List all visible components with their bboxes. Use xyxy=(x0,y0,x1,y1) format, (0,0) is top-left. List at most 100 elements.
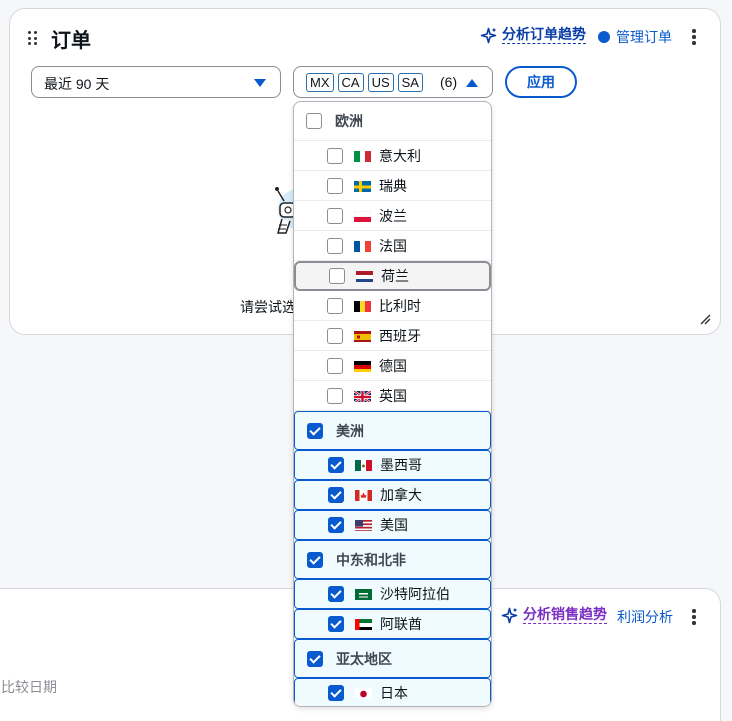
checkbox[interactable] xyxy=(328,616,344,632)
region-token: MX xyxy=(306,73,334,92)
checkbox[interactable] xyxy=(327,237,343,254)
more-options-icon[interactable] xyxy=(692,609,696,625)
uk-flag-icon xyxy=(354,389,371,402)
region-group-option[interactable]: 中东和北非 xyxy=(294,540,491,579)
checkbox[interactable] xyxy=(328,517,344,533)
country-option[interactable]: 日本 xyxy=(294,678,491,706)
italy-flag-icon xyxy=(354,150,371,162)
country-option[interactable]: 荷兰 xyxy=(294,261,491,291)
country-option[interactable]: 阿联酋 xyxy=(294,609,491,639)
country-option[interactable]: 瑞典 xyxy=(294,171,491,201)
checkbox[interactable] xyxy=(328,487,344,503)
sparkle-icon xyxy=(501,607,518,623)
checkbox[interactable] xyxy=(329,268,345,284)
checkbox[interactable] xyxy=(327,177,343,194)
usa-flag-icon xyxy=(355,519,372,531)
checkbox[interactable] xyxy=(327,297,343,314)
germany-flag-icon xyxy=(354,360,371,372)
region-count: (6) xyxy=(440,74,458,90)
region-tokens: MX CA US SA xyxy=(306,73,423,92)
checkbox[interactable] xyxy=(307,551,323,568)
country-option[interactable]: 比利时 xyxy=(294,291,491,321)
netherlands-flag-icon xyxy=(356,270,373,282)
checkbox[interactable] xyxy=(327,357,343,374)
option-label: 法国 xyxy=(379,237,407,254)
poland-flag-icon xyxy=(354,210,371,222)
option-label: 比利时 xyxy=(379,297,421,314)
option-label: 瑞典 xyxy=(379,177,407,194)
saudi-flag-icon xyxy=(355,588,372,600)
country-option[interactable]: 英国 xyxy=(294,381,491,411)
option-label: 加拿大 xyxy=(380,487,422,503)
option-label: 意大利 xyxy=(379,147,421,164)
country-option[interactable]: 德国 xyxy=(294,351,491,381)
country-option[interactable]: 沙特阿拉伯 xyxy=(294,579,491,609)
sweden-flag-icon xyxy=(354,180,371,192)
sparkle-icon xyxy=(480,27,497,43)
more-options-icon[interactable] xyxy=(692,29,696,45)
region-token: SA xyxy=(397,73,423,92)
resize-handle-icon[interactable] xyxy=(699,313,711,325)
manage-orders-link[interactable]: 管理订单 xyxy=(598,27,672,47)
region-dropdown-list: 欧洲意大利瑞典波兰法国荷兰比利时西班牙德国英国美洲墨西哥加拿大美国中东和北非沙特… xyxy=(293,101,492,707)
region-token: US xyxy=(367,73,394,92)
checkbox[interactable] xyxy=(327,327,343,344)
option-label: 德国 xyxy=(379,357,407,374)
caret-up-icon xyxy=(466,79,478,87)
analyze-sales-label: 分析销售趋势 xyxy=(523,606,607,624)
region-group-option[interactable]: 亚太地区 xyxy=(294,639,491,678)
checkbox[interactable] xyxy=(327,147,343,164)
checkbox[interactable] xyxy=(328,685,344,701)
option-label: 阿联酋 xyxy=(380,616,422,632)
status-dot-icon xyxy=(598,31,610,43)
option-label: 中东和北非 xyxy=(336,551,406,568)
manage-orders-label: 管理订单 xyxy=(616,29,672,45)
option-label: 英国 xyxy=(379,387,407,404)
drag-handle-icon[interactable] xyxy=(28,31,38,45)
compare-date-label: 比较日期 xyxy=(1,679,57,695)
option-label: 墨西哥 xyxy=(380,457,422,473)
checkbox[interactable] xyxy=(307,422,323,439)
country-option[interactable]: 波兰 xyxy=(294,201,491,231)
analyze-sales-link[interactable]: 分析销售趋势 xyxy=(501,606,607,624)
option-label: 西班牙 xyxy=(379,327,421,344)
date-range-select[interactable]: 最近 90 天 xyxy=(31,66,281,98)
analyze-orders-link[interactable]: 分析订单趋势 xyxy=(480,26,586,44)
option-label: 沙特阿拉伯 xyxy=(380,586,450,602)
region-group-option[interactable]: 欧洲 xyxy=(294,102,491,141)
empty-state-text: 请尝试选 xyxy=(240,299,295,315)
option-label: 荷兰 xyxy=(381,268,409,284)
country-option[interactable]: 西班牙 xyxy=(294,321,491,351)
checkbox[interactable] xyxy=(328,457,344,473)
uae-flag-icon xyxy=(355,618,372,630)
region-multiselect[interactable]: MX CA US SA (6) xyxy=(293,66,493,98)
apply-button[interactable]: 应用 xyxy=(505,66,577,98)
checkbox[interactable] xyxy=(307,650,323,667)
country-option[interactable]: 加拿大 xyxy=(294,480,491,510)
option-label: 日本 xyxy=(380,685,408,701)
checkbox[interactable] xyxy=(306,113,322,129)
checkbox[interactable] xyxy=(327,207,343,224)
france-flag-icon xyxy=(354,240,371,252)
region-group-option[interactable]: 美洲 xyxy=(294,411,491,450)
mexico-flag-icon xyxy=(355,459,372,471)
canada-flag-icon xyxy=(355,489,372,501)
checkbox[interactable] xyxy=(328,586,344,602)
date-range-value: 最近 90 天 xyxy=(44,76,110,92)
analyze-orders-label: 分析订单趋势 xyxy=(502,26,586,44)
country-option[interactable]: 法国 xyxy=(294,231,491,261)
option-label: 美洲 xyxy=(336,422,364,439)
country-option[interactable]: 美国 xyxy=(294,510,491,540)
belgium-flag-icon xyxy=(354,300,371,312)
japan-flag-icon xyxy=(355,687,372,699)
option-label: 波兰 xyxy=(379,207,407,224)
spain-flag-icon xyxy=(354,330,371,342)
card-title: 订单 xyxy=(51,30,91,52)
caret-down-icon xyxy=(254,79,266,87)
checkbox[interactable] xyxy=(327,387,343,404)
country-option[interactable]: 墨西哥 xyxy=(294,450,491,480)
profit-analysis-link[interactable]: 利润分析 xyxy=(617,607,673,627)
country-option[interactable]: 意大利 xyxy=(294,141,491,171)
region-token: CA xyxy=(337,73,364,92)
option-label: 欧洲 xyxy=(335,113,363,129)
